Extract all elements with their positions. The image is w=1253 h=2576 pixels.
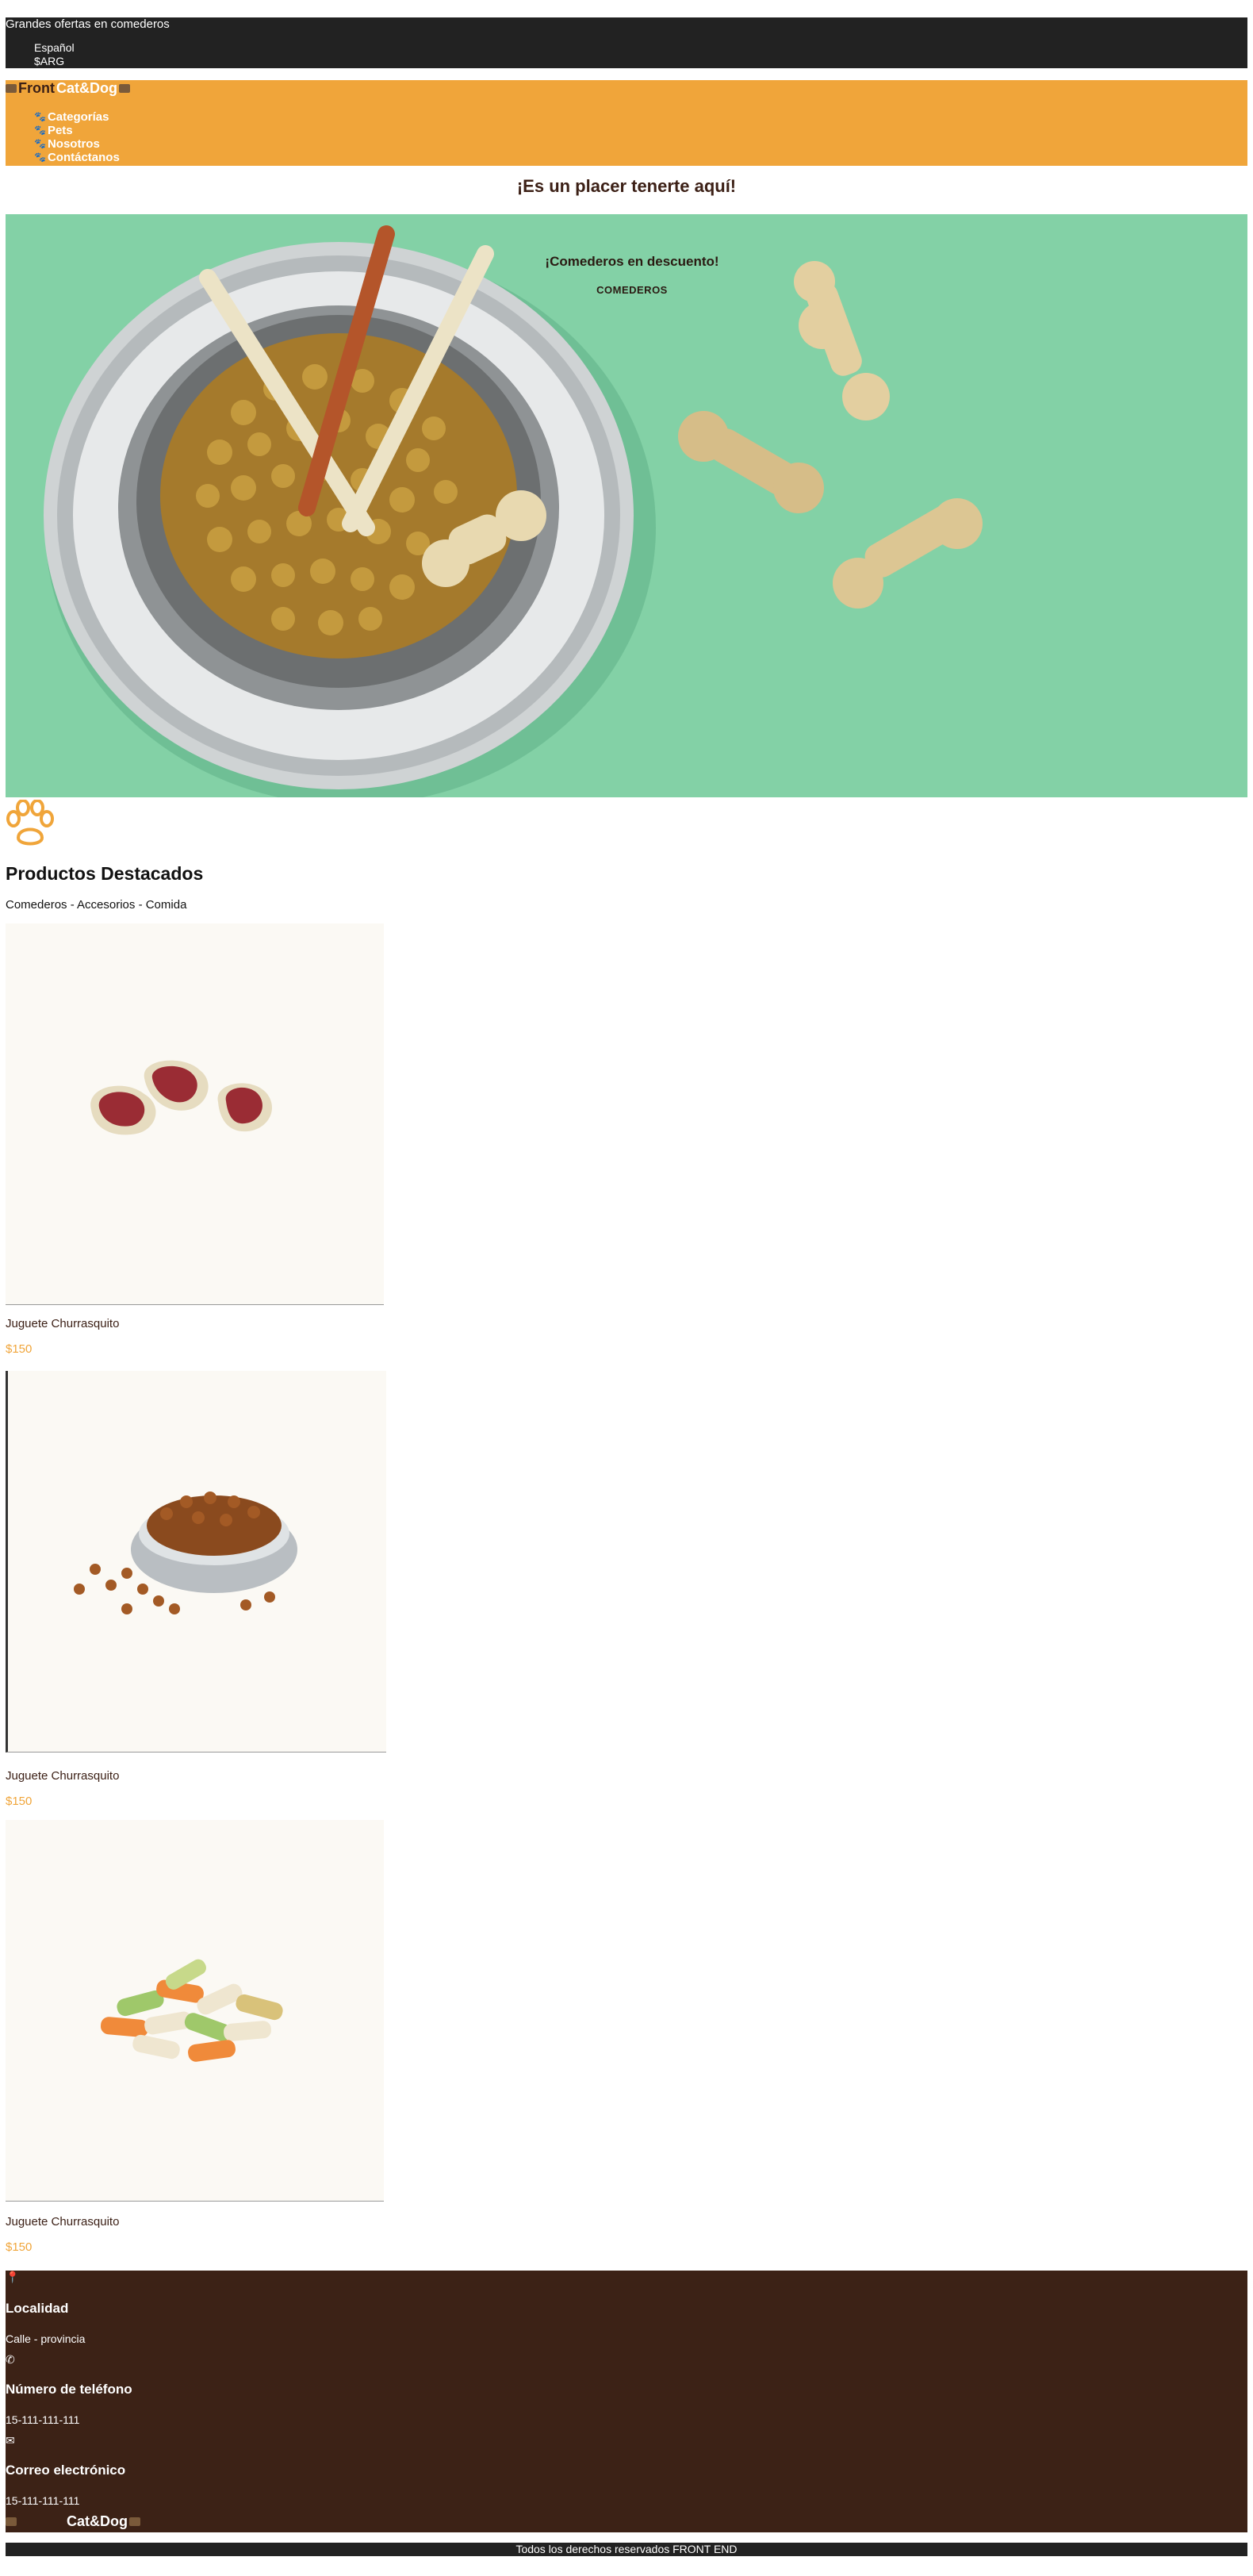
- main-nav: 🐾 Categorías 🐾 Pets 🐾 Nosotros 🐾 Contáctanos: [34, 110, 120, 164]
- cat-icon: [6, 84, 17, 93]
- phone-icon: ✆: [6, 2353, 15, 2366]
- welcome-heading: ¡Es un placer tenerte aquí!: [516, 176, 737, 196]
- dog-icon: [129, 2517, 140, 2526]
- product-price: $150: [6, 2240, 33, 2254]
- hero-food-bowl-image: [44, 225, 983, 797]
- site-footer: 📍 Localidad Calle - provincia ✆ Número d…: [6, 2271, 1247, 2532]
- hero-content: ¡Comederos en descuento! COMEDEROS: [545, 254, 719, 296]
- product-price: $150: [6, 1795, 33, 1808]
- product-name[interactable]: Juguete Churrasquito: [6, 2215, 119, 2229]
- paw-icon: [6, 800, 54, 846]
- nav-item-categorias[interactable]: 🐾 Categorías: [34, 110, 120, 124]
- food-bowl-image: [74, 1491, 297, 1614]
- phone-value[interactable]: 15-111-111-111: [6, 2413, 79, 2426]
- phone-label: Número de teléfono: [6, 2382, 132, 2397]
- hero-banner: ¡Comederos en descuento! COMEDEROS: [6, 214, 1247, 797]
- product-name[interactable]: Juguete Churrasquito: [6, 1317, 119, 1330]
- product-name[interactable]: Juguete Churrasquito: [6, 1769, 119, 1783]
- brand-front: Front: [18, 80, 55, 96]
- product-image[interactable]: [6, 923, 384, 1305]
- hero-button[interactable]: COMEDEROS: [545, 284, 719, 296]
- paw-icon: 🐾: [34, 152, 46, 163]
- cat-icon: [6, 2517, 17, 2526]
- locale-menu: Español $ARG: [34, 41, 75, 68]
- footer-brand[interactable]: Cat&Dog: [6, 2513, 140, 2530]
- nav-item-label: Pets: [47, 124, 73, 137]
- paw-icon: 🐾: [34, 111, 46, 122]
- location-label: Localidad: [6, 2301, 69, 2316]
- promo-text: Grandes ofertas en comederos: [6, 17, 170, 31]
- nav-item-label: Categorías: [47, 110, 109, 124]
- dog-icon: [118, 84, 130, 93]
- hero-title: ¡Comederos en descuento!: [545, 254, 719, 269]
- nav-item-label: Contáctanos: [47, 151, 120, 164]
- email-value[interactable]: 15-111-111-111: [6, 2494, 79, 2507]
- nav-item-pets[interactable]: 🐾 Pets: [34, 124, 120, 137]
- steak-treats-image: [90, 1060, 272, 1135]
- copyright-bar: Todos los derechos reservados FRONT END: [6, 2543, 1247, 2556]
- bone-biscuits-image: [100, 1959, 283, 2062]
- location-pin-icon: 📍: [6, 2271, 20, 2283]
- top-bar: Grandes ofertas en comederos Español $AR…: [6, 17, 1247, 68]
- location-value: Calle - provincia: [6, 2332, 86, 2345]
- email-label: Correo electrónico: [6, 2463, 126, 2478]
- nav-item-nosotros[interactable]: 🐾 Nosotros: [34, 137, 120, 151]
- currency-selector[interactable]: $ARG: [34, 55, 75, 68]
- nav-item-contactanos[interactable]: 🐾 Contáctanos: [34, 151, 120, 164]
- paw-icon: 🐾: [34, 125, 46, 136]
- paw-icon: 🐾: [34, 138, 46, 149]
- product-image[interactable]: [6, 1820, 384, 2202]
- site-header: Front Cat&Dog 🐾 Categorías 🐾 Pets 🐾 Nosotro…: [6, 80, 1247, 166]
- footer-brand-text: Cat&Dog: [67, 2513, 128, 2529]
- language-selector[interactable]: Español: [34, 41, 75, 55]
- featured-title: Productos Destacados: [6, 863, 204, 884]
- email-icon: ✉: [6, 2434, 15, 2447]
- product-price: $150: [6, 1342, 33, 1356]
- product-image[interactable]: [6, 1371, 386, 1753]
- brand-catdog: Cat&Dog: [56, 80, 117, 96]
- featured-subtitle: Comederos - Accesorios - Comida: [6, 898, 187, 912]
- brand-logo[interactable]: Front Cat&Dog: [6, 80, 130, 97]
- nav-item-label: Nosotros: [47, 137, 100, 151]
